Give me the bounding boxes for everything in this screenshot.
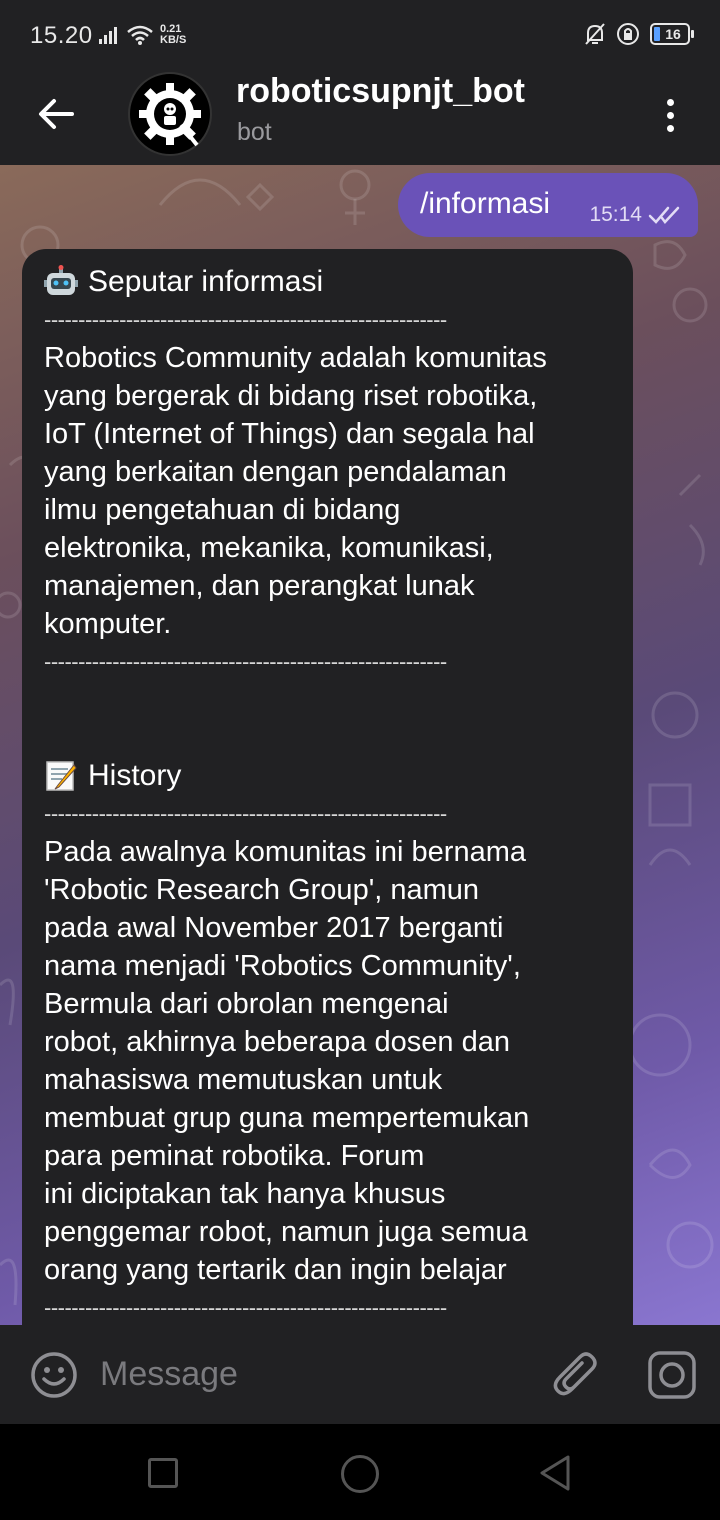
net-speed-unit: KB/S [160, 34, 187, 46]
info-line: yang berkaitan dengan pendalaman [44, 456, 507, 488]
double-check-icon [648, 206, 680, 224]
history-line: membuat grup guna mempertemukan [44, 1102, 530, 1134]
battery-level: 16 [665, 26, 681, 42]
info-line: elektronika, mekanika, komunikasi, [44, 532, 494, 564]
more-menu-button[interactable] [648, 90, 692, 140]
chat-subtitle: bot [237, 118, 272, 146]
message-input[interactable] [100, 1349, 530, 1399]
history-line: mahasiswa memutuskan untuk [44, 1064, 443, 1096]
incoming-message[interactable]: Seputar informasi ----------------------… [22, 249, 633, 1325]
history-line: Bermula dari obrolan mengenai [44, 988, 449, 1020]
back-button[interactable] [28, 86, 84, 142]
history-line: penggemar robot, namun juga semua [44, 1216, 528, 1248]
recents-button[interactable] [148, 1458, 178, 1488]
history-paragraph: Pada awalnya komunitas ini bernama 'Robo… [44, 833, 611, 1289]
status-right-icons: 16 [584, 22, 694, 46]
info-paragraph: Robotics Community adalah komunitas yang… [44, 339, 611, 643]
outgoing-message-time: 15:14 [589, 203, 642, 226]
smiley-icon[interactable] [30, 1351, 78, 1399]
robotics-logo-icon [133, 77, 207, 151]
separator: ----------------------------------------… [44, 1295, 447, 1320]
message-input-bar [0, 1325, 720, 1424]
history-line: Pada awalnya komunitas ini bernama [44, 836, 526, 868]
wifi-icon [127, 25, 153, 45]
separator: ----------------------------------------… [44, 801, 447, 826]
arrow-left-icon [39, 99, 74, 129]
outgoing-message-meta: 15:14 [589, 203, 682, 227]
history-line: para peminat robotika. Forum [44, 1140, 425, 1172]
history-line: pada awal November 2017 berganti [44, 912, 504, 944]
signal-icon [99, 27, 117, 44]
info-line: IoT (Internet of Things) dan segala hal [44, 418, 535, 450]
history-line: orang yang tertarik dan ingin belajar [44, 1254, 507, 1286]
history-line: robot, akhirnya beberapa dosen dan [44, 1026, 510, 1058]
outgoing-message-text: /informasi [420, 187, 551, 220]
system-nav-bar [0, 1424, 720, 1520]
history-line: 'Robotic Research Group', namun [44, 874, 480, 906]
section-heading-info-text: Seputar informasi [88, 265, 324, 298]
chat-area[interactable]: /informasi 15:14 Seputar informasi -----… [0, 165, 720, 1325]
camera-icon[interactable] [646, 1349, 698, 1401]
status-left-icons: 0.21 KB/S [98, 24, 186, 46]
robot-face-icon [44, 265, 78, 295]
lock-rotation-icon [617, 23, 639, 45]
info-line: komputer. [44, 608, 172, 640]
paperclip-icon[interactable] [552, 1349, 600, 1401]
outgoing-message[interactable]: /informasi 15:14 [398, 173, 698, 237]
nav-back-icon[interactable] [538, 1454, 572, 1492]
bell-off-icon [585, 23, 605, 45]
status-time: 15.20 [30, 22, 93, 49]
info-line: manajemen, dan perangkat lunak [44, 570, 475, 602]
memo-icon [46, 761, 77, 791]
net-speed: 0.21 KB/S [160, 24, 186, 46]
history-line: ini diciptakan tak hanya khusus [44, 1178, 446, 1210]
section-heading-history-text: History [88, 759, 182, 792]
info-line: ilmu pengetahuan di bidang [44, 494, 401, 526]
history-line: nama menjadi 'Robotics Community', [44, 950, 521, 982]
chat-title: roboticsupnjt_bot [236, 72, 525, 110]
home-button[interactable] [341, 1455, 379, 1493]
separator: ----------------------------------------… [44, 307, 447, 332]
status-bar: 15.20 0.21 KB/S 16 [0, 0, 720, 72]
section-heading-info: Seputar informasi [44, 263, 611, 301]
section-heading-history: History [44, 757, 611, 795]
info-line: yang bergerak di bidang riset robotika, [44, 380, 538, 412]
bot-avatar[interactable] [128, 72, 212, 156]
more-vertical-icon [666, 98, 674, 106]
separator: ----------------------------------------… [44, 649, 447, 674]
info-line: Robotics Community adalah komunitas [44, 342, 547, 374]
battery-indicator: 16 [650, 23, 694, 45]
chat-header: roboticsupnjt_bot bot [0, 72, 720, 165]
